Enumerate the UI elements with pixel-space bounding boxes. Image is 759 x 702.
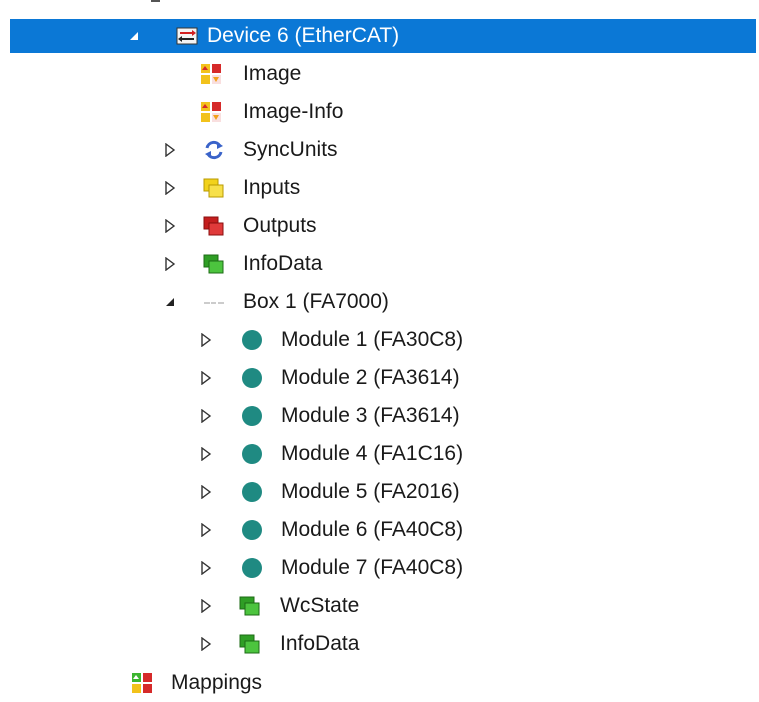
device-tree: Device 6 (EtherCAT) Image Image-Info Syn… [0, 0, 759, 702]
mappings-icon [131, 672, 153, 694]
collapsed-arrow-icon[interactable] [163, 257, 177, 271]
collapsed-arrow-icon[interactable] [199, 371, 213, 385]
tree-item-image[interactable]: Image [0, 57, 759, 91]
image-icon [200, 63, 222, 85]
sync-units-icon [203, 139, 225, 161]
outputs-icon [203, 215, 225, 237]
image-info-icon [200, 101, 222, 123]
tree-item-module-5[interactable]: Module 5 (FA2016) [0, 475, 759, 509]
infodata-icon [203, 253, 225, 275]
collapsed-arrow-icon[interactable] [199, 599, 213, 613]
tree-item-module-3[interactable]: Module 3 (FA3614) [0, 399, 759, 433]
tree-item-label: Module 1 (FA30C8) [281, 328, 464, 351]
module-icon [241, 329, 263, 351]
tree-item-outputs[interactable]: Outputs [0, 209, 759, 243]
module-icon [241, 557, 263, 579]
tree-item-label: SyncUnits [243, 138, 338, 161]
module-icon [241, 367, 263, 389]
collapsed-arrow-icon[interactable] [199, 333, 213, 347]
tree-item-syncunits[interactable]: SyncUnits [0, 133, 759, 167]
tree-item-label: InfoData [243, 252, 323, 275]
tree-item-module-4[interactable]: Module 4 (FA1C16) [0, 437, 759, 471]
tree-item-image-info[interactable]: Image-Info [0, 95, 759, 129]
infodata-icon [239, 633, 261, 655]
tree-item-inputs[interactable]: Inputs [0, 171, 759, 205]
collapsed-arrow-icon[interactable] [199, 447, 213, 461]
collapsed-arrow-icon[interactable] [199, 409, 213, 423]
tree-item-infodata[interactable]: InfoData [0, 247, 759, 281]
collapsed-arrow-icon[interactable] [199, 523, 213, 537]
tree-item-label: Outputs [243, 214, 317, 237]
tree-item-module-1[interactable]: Module 1 (FA30C8) [0, 323, 759, 357]
collapsed-arrow-icon[interactable] [199, 637, 213, 651]
collapsed-arrow-icon[interactable] [199, 561, 213, 575]
module-icon [241, 405, 263, 427]
tree-item-label: Module 4 (FA1C16) [281, 442, 464, 465]
tree-item-label: Box 1 (FA7000) [243, 290, 389, 313]
tree-item-mappings[interactable]: Mappings [0, 666, 759, 700]
expanded-arrow-icon[interactable] [163, 295, 177, 309]
tree-item-box-1[interactable]: Box 1 (FA7000) [0, 285, 759, 319]
tree-item-box-infodata[interactable]: InfoData [0, 627, 759, 661]
inputs-icon [203, 177, 225, 199]
tree-line-fragment [151, 0, 160, 2]
collapsed-arrow-icon[interactable] [199, 485, 213, 499]
tree-item-label: Image [243, 62, 302, 85]
box-icon [203, 291, 225, 313]
tree-item-label: Module 6 (FA40C8) [281, 518, 464, 541]
tree-item-label: Inputs [243, 176, 301, 199]
tree-item-label: Mappings [171, 671, 263, 694]
expanded-arrow-icon[interactable] [127, 29, 141, 43]
tree-item-module-7[interactable]: Module 7 (FA40C8) [0, 551, 759, 585]
module-icon [241, 443, 263, 465]
module-icon [241, 519, 263, 541]
tree-item-label: Module 3 (FA3614) [281, 404, 460, 427]
collapsed-arrow-icon[interactable] [163, 181, 177, 195]
tree-item-module-6[interactable]: Module 6 (FA40C8) [0, 513, 759, 547]
wcstate-icon [239, 595, 261, 617]
tree-item-label: WcState [280, 594, 360, 617]
tree-item-label: Image-Info [243, 100, 344, 123]
module-icon [241, 481, 263, 503]
collapsed-arrow-icon[interactable] [163, 143, 177, 157]
tree-item-label: Device 6 (EtherCAT) [207, 24, 400, 47]
tree-item-module-2[interactable]: Module 2 (FA3614) [0, 361, 759, 395]
collapsed-arrow-icon[interactable] [163, 219, 177, 233]
ethercat-device-icon [176, 25, 198, 47]
tree-item-label: InfoData [280, 632, 360, 655]
tree-item-label: Module 7 (FA40C8) [281, 556, 464, 579]
tree-item-device-6[interactable]: Device 6 (EtherCAT) [0, 19, 759, 53]
tree-item-label: Module 5 (FA2016) [281, 480, 460, 503]
tree-item-wcstate[interactable]: WcState [0, 589, 759, 623]
tree-item-label: Module 2 (FA3614) [281, 366, 460, 389]
